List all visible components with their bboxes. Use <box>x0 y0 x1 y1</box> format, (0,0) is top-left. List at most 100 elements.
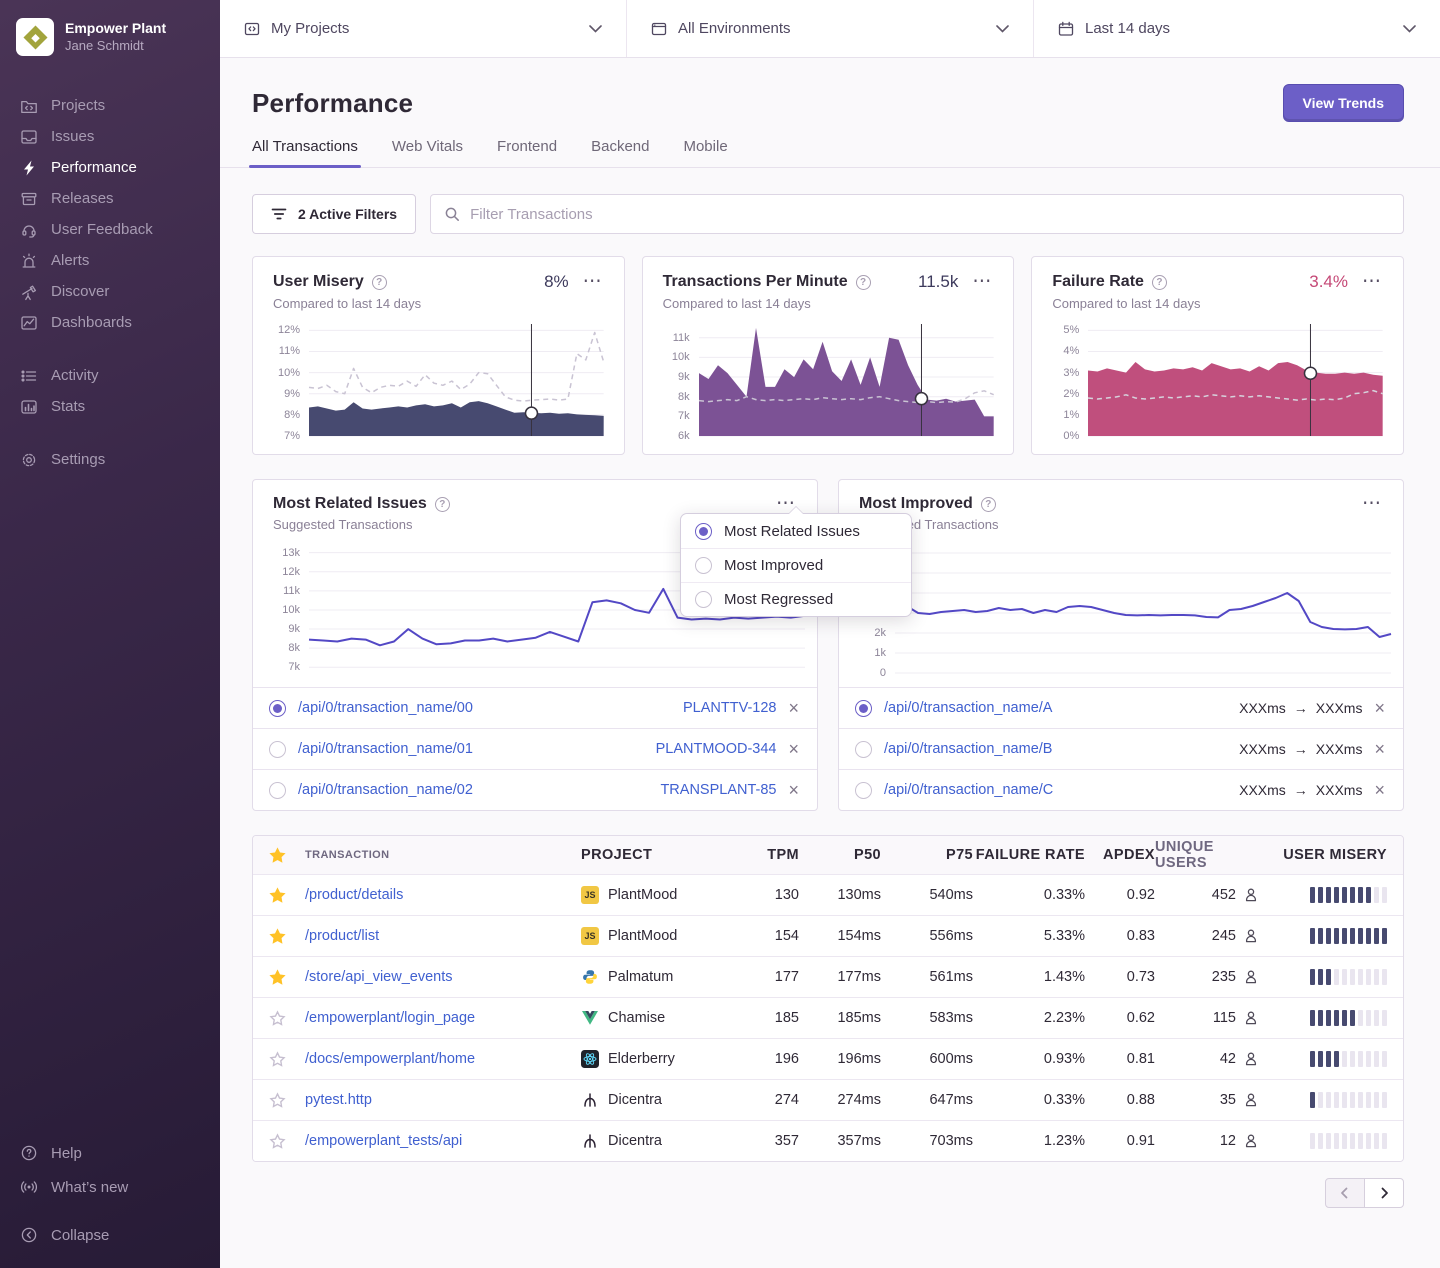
view-trends-button[interactable]: View Trends <box>1283 84 1404 122</box>
menu-item-most-related-issues[interactable]: Most Related Issues <box>681 514 911 548</box>
star-toggle[interactable] <box>269 1133 286 1150</box>
sidebar-item-releases[interactable]: Releases <box>0 183 220 214</box>
user-misery-gauge <box>1259 1133 1387 1149</box>
transaction-link[interactable]: /api/0/transaction_name/C <box>884 782 1053 798</box>
transaction-link[interactable]: /docs/empowerplant/home <box>305 1051 475 1067</box>
arrow-right-icon: → <box>1294 782 1308 798</box>
menu-item-most-regressed[interactable]: Most Regressed <box>681 582 911 616</box>
sidebar-item-whats-new[interactable]: What’s new <box>0 1170 220 1204</box>
sidebar-item-activity[interactable]: Activity <box>0 360 220 391</box>
tab-all-transactions[interactable]: All Transactions <box>252 138 358 167</box>
transaction-link[interactable]: /empowerplant_tests/api <box>305 1133 462 1149</box>
column-header-apdex[interactable]: APDEX <box>1085 847 1155 863</box>
help-circle-icon[interactable]: ? <box>435 497 450 512</box>
column-header-project[interactable]: PROJECT <box>581 847 743 863</box>
sidebar-item-help[interactable]: Help <box>0 1136 220 1170</box>
column-header-unique-users[interactable]: UNIQUE USERS <box>1155 839 1259 871</box>
help-circle-icon[interactable]: ? <box>856 275 871 290</box>
date-range-selector[interactable]: Last 14 days <box>1034 0 1440 57</box>
column-header-user-misery[interactable]: USER MISERY <box>1259 847 1387 863</box>
star-toggle[interactable] <box>269 969 286 986</box>
sidebar-item-alerts[interactable]: Alerts <box>0 245 220 276</box>
user-misery-gauge <box>1259 887 1387 903</box>
transaction-link[interactable]: /api/0/transaction_name/A <box>884 700 1052 716</box>
column-header-failure-rate[interactable]: FAILURE RATE <box>973 847 1085 863</box>
card-menu-button[interactable]: ⋯ <box>1360 275 1383 289</box>
radio-button[interactable] <box>855 782 872 799</box>
apdex-value: 0.88 <box>1085 1092 1155 1108</box>
tab-backend[interactable]: Backend <box>591 138 649 167</box>
active-filters-button[interactable]: 2 Active Filters <box>252 194 416 234</box>
transaction-link[interactable]: /product/details <box>305 887 403 903</box>
radio-button[interactable] <box>269 700 286 717</box>
sidebar-item-dashboards[interactable]: Dashboards <box>0 307 220 338</box>
transaction-link[interactable]: /api/0/transaction_name/01 <box>298 741 473 757</box>
card-menu-button[interactable]: ⋯ <box>581 275 604 289</box>
help-circle-icon[interactable]: ? <box>981 497 996 512</box>
next-page-button[interactable] <box>1364 1178 1404 1208</box>
radio-button[interactable] <box>855 700 872 717</box>
sidebar-item-settings[interactable]: Settings <box>0 444 220 475</box>
card-menu-button[interactable]: ⋯ <box>970 275 993 289</box>
close-icon[interactable]: × <box>786 781 801 799</box>
column-header-p75[interactable]: P75 <box>881 847 973 863</box>
transaction-link[interactable]: /api/0/transaction_name/B <box>884 741 1052 757</box>
sidebar-item-performance[interactable]: Performance <box>0 152 220 183</box>
tab-mobile[interactable]: Mobile <box>683 138 727 167</box>
help-circle-icon[interactable]: ? <box>1152 275 1167 290</box>
issue-link[interactable]: TRANSPLANT-85 <box>660 782 776 798</box>
sidebar-item-projects[interactable]: Projects <box>0 90 220 121</box>
card-menu-button[interactable]: ⋯ <box>1360 497 1383 511</box>
radio-button[interactable] <box>269 782 286 799</box>
sidebar-item-discover[interactable]: Discover <box>0 276 220 307</box>
chart-plot-area[interactable] <box>309 324 604 436</box>
close-icon[interactable]: × <box>1372 740 1387 758</box>
menu-item-most-improved[interactable]: Most Improved <box>681 548 911 582</box>
sidebar-item-user-feedback[interactable]: User Feedback <box>0 214 220 245</box>
star-toggle[interactable] <box>269 1010 286 1027</box>
sidebar-item-issues[interactable]: Issues <box>0 121 220 152</box>
transaction-link[interactable]: pytest.http <box>305 1092 372 1108</box>
issue-link[interactable]: PLANTTV-128 <box>683 700 777 716</box>
radio-button[interactable] <box>855 741 872 758</box>
transaction-link[interactable]: /api/0/transaction_name/02 <box>298 782 473 798</box>
close-icon[interactable]: × <box>1372 699 1387 717</box>
transaction-link[interactable]: /store/api_view_events <box>305 969 453 985</box>
close-icon[interactable]: × <box>786 740 801 758</box>
column-header-p50[interactable]: P50 <box>799 847 881 863</box>
help-circle-icon[interactable]: ? <box>372 275 387 290</box>
user-icon <box>1243 887 1259 903</box>
user-icon <box>1243 1010 1259 1026</box>
tab-frontend[interactable]: Frontend <box>497 138 557 167</box>
transaction-link[interactable]: /api/0/transaction_name/00 <box>298 700 473 716</box>
window-icon <box>651 21 667 37</box>
transaction-link[interactable]: /empowerplant/login_page <box>305 1010 475 1026</box>
column-header-transaction[interactable]: TRANSACTION <box>305 849 581 861</box>
dashboards-icon <box>20 314 38 332</box>
arrow-right-icon: → <box>1294 700 1308 716</box>
tab-web-vitals[interactable]: Web Vitals <box>392 138 463 167</box>
chart-plot-area[interactable] <box>699 324 994 436</box>
star-toggle[interactable] <box>269 1092 286 1109</box>
previous-page-button[interactable] <box>1325 1178 1365 1208</box>
sidebar-collapse-button[interactable]: Collapse <box>0 1218 220 1252</box>
chart-plot-area[interactable] <box>1088 324 1383 436</box>
search-input[interactable] <box>470 206 1390 223</box>
gear-icon <box>20 451 38 469</box>
close-icon[interactable]: × <box>786 699 801 717</box>
environment-selector[interactable]: All Environments <box>627 0 1034 57</box>
star-toggle[interactable] <box>269 887 286 904</box>
close-icon[interactable]: × <box>1372 781 1387 799</box>
project-selector[interactable]: My Projects <box>220 0 627 57</box>
org-switcher[interactable]: Empower Plant Jane Schmidt <box>0 14 220 60</box>
column-header-tpm[interactable]: TPM <box>743 847 799 863</box>
issue-link[interactable]: PLANTMOOD-344 <box>656 741 777 757</box>
star-toggle[interactable] <box>269 1051 286 1068</box>
transaction-link[interactable]: /product/list <box>305 928 379 944</box>
star-toggle[interactable] <box>269 928 286 945</box>
star-header-icon[interactable] <box>269 847 286 864</box>
list-item: /api/0/transaction_name/00 PLANTTV-128 × <box>253 687 817 728</box>
radio-button[interactable] <box>269 741 286 758</box>
sidebar-item-stats[interactable]: Stats <box>0 391 220 422</box>
chart-plot-area[interactable] <box>895 545 1391 673</box>
